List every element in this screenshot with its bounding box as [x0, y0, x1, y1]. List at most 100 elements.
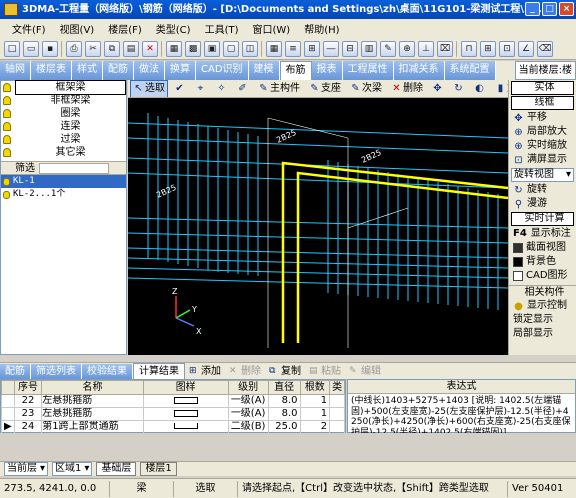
table-row[interactable]: ▶ 24 第1跨上部贯通筋 二级(B) 25.0 2	[1, 420, 345, 434]
fit-screen-button[interactable]: ⊡ 满屏显示	[509, 153, 576, 167]
background-color-button[interactable]: 背景色	[509, 255, 576, 269]
tab-calc-results[interactable]: 计算结果	[133, 362, 185, 380]
copy-icon[interactable]: ⧉	[104, 40, 120, 57]
angle-icon[interactable]: ∠	[518, 40, 534, 57]
edit-button[interactable]: ✎ 编辑	[345, 364, 385, 379]
tree-item-other-beam[interactable]: 其它梁	[1, 146, 126, 159]
paste-icon[interactable]: ▤	[123, 40, 139, 57]
col-header-type[interactable]: 类	[329, 380, 345, 395]
layers-icon[interactable]: ≡	[285, 40, 301, 57]
print-icon[interactable]: ⎙	[66, 40, 82, 57]
tab-rebar[interactable]: 配筋	[0, 363, 31, 379]
edit-icon[interactable]: ✎	[380, 40, 396, 57]
paint-icon[interactable]: ▥	[361, 40, 377, 57]
cut-icon[interactable]: ✂	[85, 40, 101, 57]
tab-system-config[interactable]: 系统配置	[444, 61, 496, 80]
paste-button[interactable]: ▤ 粘贴	[305, 364, 345, 379]
tree-item-lintel[interactable]: 过梁	[1, 133, 126, 146]
wireframe-mode-button[interactable]: 线框	[511, 96, 574, 110]
tree-item-frame-beam[interactable]: 框架梁	[1, 80, 126, 95]
tab-conversion[interactable]: 换算	[165, 61, 196, 80]
minimize-button[interactable]: _	[525, 2, 540, 16]
spacer-icon[interactable]: ⊟	[342, 40, 358, 57]
support-button[interactable]: ✎ 支座	[306, 80, 344, 97]
delete-button[interactable]: ✕ 删除	[225, 364, 265, 379]
maximize-button[interactable]: □	[542, 2, 557, 16]
pan-button[interactable]: ✥ 平移	[509, 111, 576, 125]
rotate-view-button[interactable]: ↻ 旋转	[509, 183, 576, 197]
menu-help[interactable]: 帮助(H)	[302, 21, 341, 36]
delete-tool-button[interactable]: ✕ 删除	[388, 80, 426, 97]
tab-project-properties[interactable]: 工程属性	[342, 61, 394, 80]
component-icon[interactable]: ◫	[242, 40, 258, 57]
col-header-name[interactable]: 名称	[41, 380, 144, 395]
filter-input[interactable]	[39, 162, 109, 174]
table-icon[interactable]: ▦	[166, 40, 182, 57]
region-select[interactable]: 区域1 ▾	[52, 462, 93, 476]
grid-view-icon[interactable]: ⊞	[480, 40, 496, 57]
col-header-count[interactable]: 根数	[299, 380, 331, 395]
realtime-calc-button[interactable]: 实时计算	[511, 212, 574, 226]
window-icon[interactable]: ▣	[204, 40, 220, 57]
new-file-icon[interactable]: □	[4, 40, 20, 57]
col-header-shape[interactable]: 图样	[142, 380, 229, 395]
tree-item-coupling-beam[interactable]: 连梁	[1, 120, 126, 133]
brush-tool-button[interactable]: ✐	[234, 80, 252, 97]
menu-type[interactable]: 类型(C)	[154, 21, 193, 36]
rotate-tool-button[interactable]: ↻	[450, 80, 468, 97]
wand-tool-button[interactable]: ✧	[213, 80, 231, 97]
move-tool-button[interactable]: ✥	[429, 80, 447, 97]
section-view-button[interactable]: 截面视图	[509, 241, 576, 255]
floor-tab-foundation[interactable]: 基础层	[96, 462, 137, 476]
table-row[interactable]: 22 左悬挑箍筋 一级(A) 8.0 1	[1, 394, 345, 408]
menu-view[interactable]: 视图(V)	[58, 21, 97, 36]
component-item[interactable]: KL-2...1个	[1, 188, 126, 201]
current-floor-select[interactable]: 当前层 ▾	[4, 462, 49, 476]
menu-floor[interactable]: 楼层(F)	[106, 21, 144, 36]
orthogonal-icon[interactable]: ⊡	[499, 40, 515, 57]
select-tool-button[interactable]: ↖ 选取	[130, 80, 168, 97]
align-icon[interactable]: ⊥	[418, 40, 434, 57]
tab-filter-list[interactable]: 筛选列表	[31, 363, 82, 379]
view-select[interactable]: 旋转视图 ▾	[511, 168, 574, 182]
col-header-grade[interactable]: 级别	[227, 380, 269, 395]
table-row[interactable]: 23 左悬挑箍筋 一级(A) 8.0 1	[1, 407, 345, 421]
insert-icon[interactable]: ⊕	[399, 40, 415, 57]
tab-check-results[interactable]: 校验结果	[82, 363, 133, 379]
save-icon[interactable]: ▪	[42, 40, 58, 57]
confirm-tool-button[interactable]: ✔	[171, 80, 189, 97]
tab-deduction[interactable]: 扣减关系	[393, 61, 445, 80]
tree-item-ring-beam[interactable]: 圈梁	[1, 107, 126, 120]
zoom-tool-button[interactable]: ◐	[471, 80, 489, 97]
col-header-diameter[interactable]: 直径	[267, 380, 301, 395]
line-icon[interactable]: ―	[323, 40, 339, 57]
beam-icon[interactable]: ⊓	[461, 40, 477, 57]
lock-display-button[interactable]: 锁定显示	[509, 313, 576, 327]
grid-icon[interactable]: ▩	[185, 40, 201, 57]
secondary-beam-button[interactable]: ✎ 次梁	[347, 80, 385, 97]
close-button[interactable]: ×	[559, 2, 574, 16]
tree-item-non-frame-beam[interactable]: 非框架梁	[1, 94, 126, 107]
grid-small-icon[interactable]: ▦	[266, 40, 282, 57]
tab-method[interactable]: 做法	[134, 61, 165, 80]
menu-file[interactable]: 文件(F)	[10, 21, 48, 36]
solid-mode-button[interactable]: 实体	[511, 81, 574, 95]
local-display-button[interactable]: 局部显示	[509, 327, 576, 341]
component-item[interactable]: KL-1	[1, 175, 126, 188]
tab-modeling[interactable]: 建模	[248, 61, 280, 80]
col-header-no[interactable]: 序号	[13, 380, 43, 395]
ruler-icon[interactable]: ⌧	[437, 40, 453, 57]
copy-button[interactable]: ⧉ 复制	[265, 364, 305, 379]
pick-tool-button[interactable]: ⌖	[192, 80, 210, 97]
show-annotation-toggle[interactable]: F4 显示标注	[509, 227, 576, 241]
tab-style[interactable]: 样式	[72, 61, 103, 80]
eraser-icon[interactable]: ⌫	[537, 40, 553, 57]
tab-report[interactable]: 报表	[311, 61, 343, 80]
tab-rebar-config[interactable]: 配筋	[103, 61, 134, 80]
add-button[interactable]: ⊞ 添加	[185, 364, 225, 379]
roam-button[interactable]: ⚲ 漫游	[509, 197, 576, 211]
tab-rebar-placement[interactable]: 布筋	[279, 61, 312, 80]
floor-tab-floor1[interactable]: 楼层1	[140, 462, 177, 476]
tab-cad-recognition[interactable]: CAD识别	[196, 61, 249, 80]
zoom-realtime-button[interactable]: ⊕ 实时缩放	[509, 139, 576, 153]
